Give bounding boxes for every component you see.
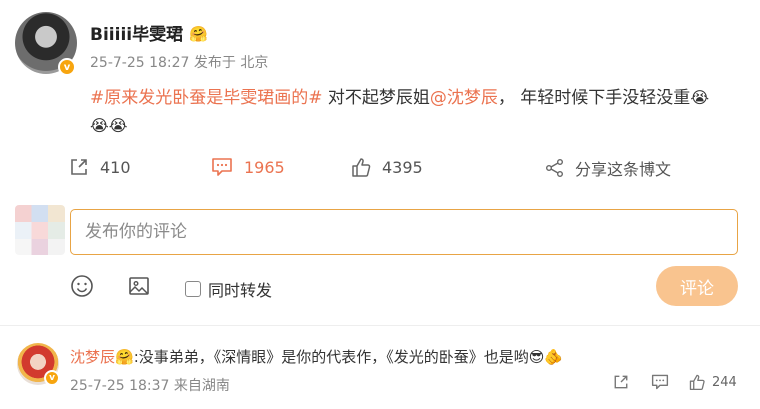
reply-content: 沈梦辰🤗:没事弟弟，《深情眼》是你的代表作，《发光的卧蚕》也是哟😎🫵 xyxy=(70,346,563,367)
comment-count: 1965 xyxy=(244,157,285,177)
comment-icon xyxy=(651,374,669,390)
comment-button[interactable]: 1965 xyxy=(210,156,285,178)
like-count: 4395 xyxy=(382,157,423,177)
mention-link[interactable]: @沈梦辰 xyxy=(430,88,498,108)
repost-button[interactable]: 410 xyxy=(68,156,131,178)
emoji-picker-button[interactable] xyxy=(68,272,96,300)
thumbs-up-icon xyxy=(352,158,371,177)
divider xyxy=(0,325,760,326)
checkbox-box[interactable] xyxy=(185,281,201,297)
reply-comment-button[interactable] xyxy=(650,373,676,391)
share-network-icon xyxy=(546,159,563,177)
reply-username[interactable]: 沈梦辰 xyxy=(70,348,115,366)
smiley-icon xyxy=(71,275,93,297)
sunglasses-emoji-icon: 😎 xyxy=(528,348,545,366)
reply-like-button[interactable]: 244 xyxy=(688,373,737,391)
crown-icon: 🤗 xyxy=(189,25,208,43)
post-action-bar: 410 1965 4395 分享这条博文 xyxy=(0,156,760,188)
reply-action-bar: 244 xyxy=(0,373,760,393)
crying-emoji-icon: 😭 xyxy=(90,116,109,135)
comment-icon xyxy=(212,158,232,176)
post-text-part1: 对不起梦辰姐 xyxy=(322,88,430,108)
verified-badge-icon: v xyxy=(58,58,76,76)
share-icon xyxy=(71,159,87,175)
reply-repost-button[interactable] xyxy=(612,373,636,391)
crying-emoji-icon: 😭 xyxy=(690,88,710,107)
post-text-part2: ， 年轻时候下手没轻没重 xyxy=(497,88,691,108)
reply-text: :没事弟弟，《深情眼》是你的代表作，《发光的卧蚕》也是哟 xyxy=(133,348,529,366)
current-user-avatar xyxy=(15,205,65,255)
image-upload-button[interactable] xyxy=(125,272,153,300)
post-meta: 25-7-25 18:27 发布于 北京 xyxy=(90,52,268,72)
thumbs-up-icon xyxy=(689,374,705,391)
reply-like-count: 244 xyxy=(712,374,737,390)
post-location: 发布于 北京 xyxy=(193,55,269,71)
share-icon xyxy=(614,375,628,389)
repost-checkbox-label: 同时转发 xyxy=(208,281,273,300)
pointing-hand-emoji-icon: 🫵 xyxy=(544,348,564,366)
share-label: 分享这条博文 xyxy=(575,160,672,179)
submit-comment-button[interactable]: 评论 xyxy=(656,266,738,306)
share-post-button[interactable]: 分享这条博文 xyxy=(545,156,671,180)
repost-checkbox[interactable]: 同时转发 xyxy=(185,277,272,301)
repost-count: 410 xyxy=(100,157,131,177)
hashtag-link[interactable]: #原来发光卧蚕是毕雯珺画的# xyxy=(90,88,323,108)
crying-emoji-icon: 😭 xyxy=(108,116,128,135)
image-icon xyxy=(129,277,149,295)
author-name-text[interactable]: Biiiii毕雯珺 xyxy=(90,25,183,45)
like-button[interactable]: 4395 xyxy=(350,156,423,178)
crown-icon: 🤗 xyxy=(115,348,134,366)
comment-input[interactable] xyxy=(70,209,738,255)
author-name[interactable]: Biiiii毕雯珺 🤗 xyxy=(90,20,208,45)
post-content: #原来发光卧蚕是毕雯珺画的# 对不起梦辰姐@沈梦辰， 年轻时候下手没轻没重😭 😭… xyxy=(90,84,750,140)
post-timestamp[interactable]: 25-7-25 18:27 xyxy=(90,55,189,71)
